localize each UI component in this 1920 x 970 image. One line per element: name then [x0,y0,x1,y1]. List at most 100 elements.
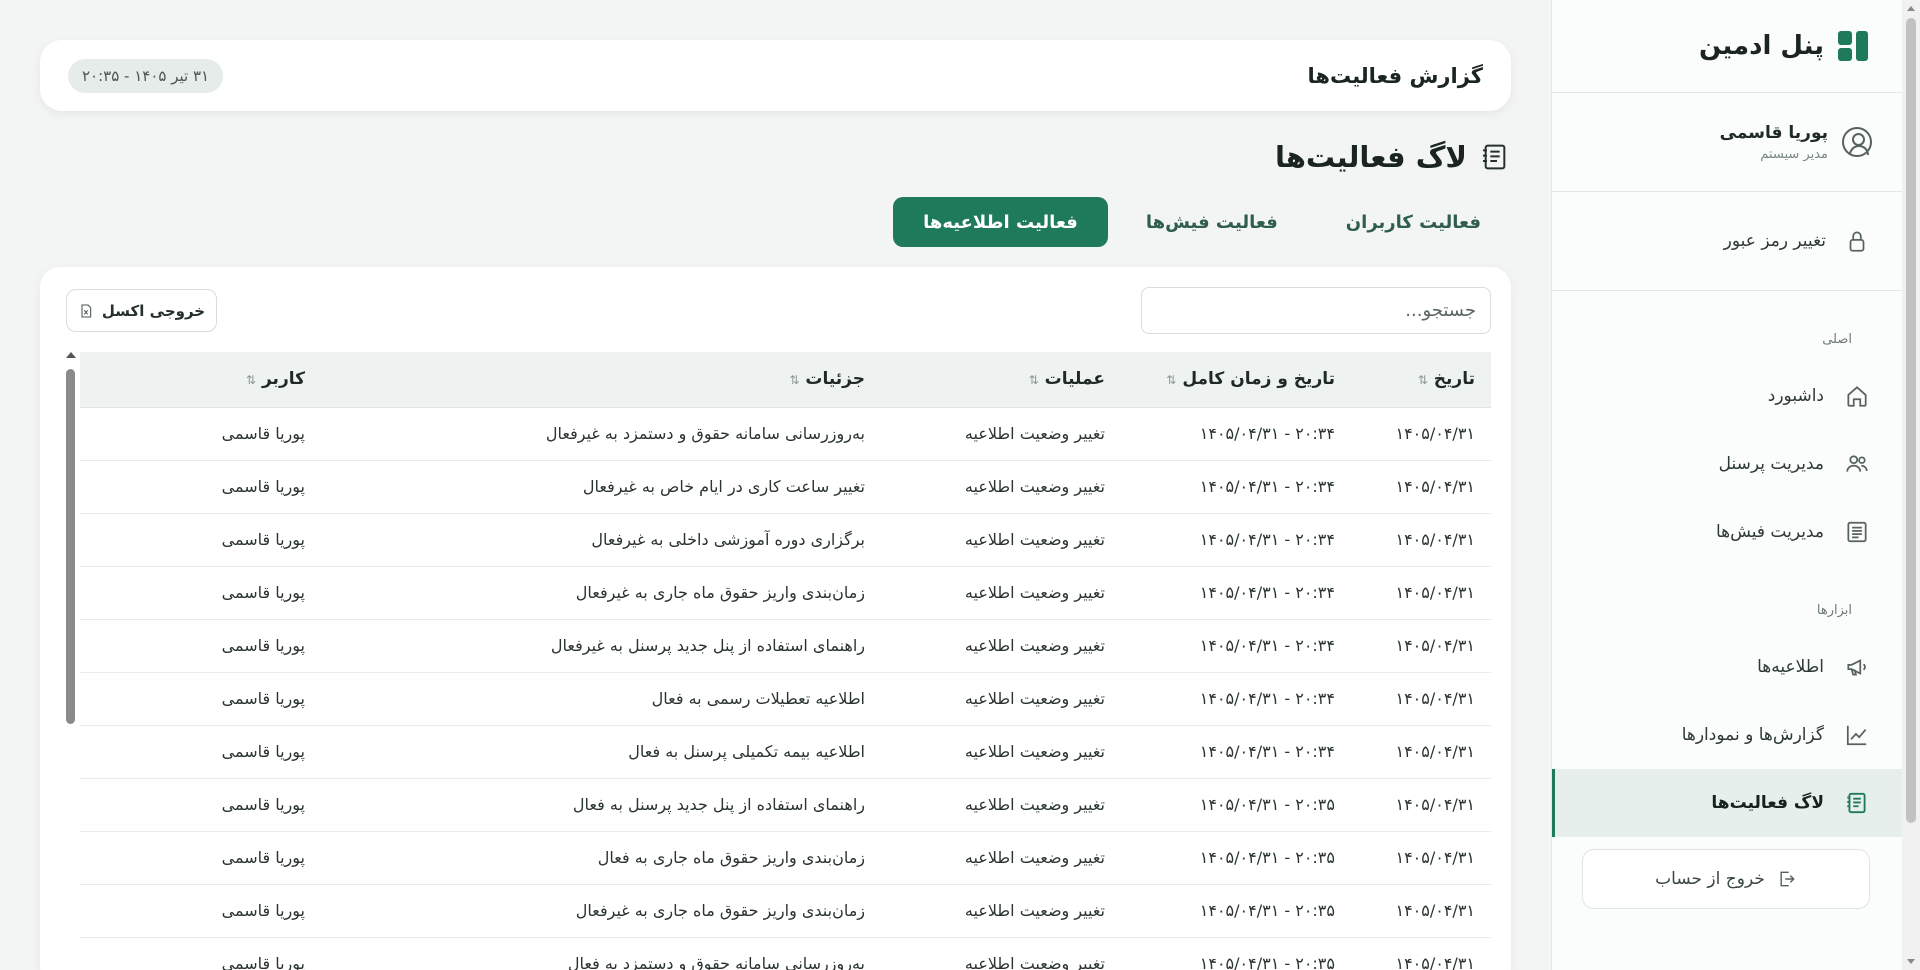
cell-details: اطلاعیه تعطیلات رسمی به فعال [321,672,881,726]
column-header-details[interactable]: جزئیات ⇅ [321,352,881,408]
sidebar-item-label: مدیریت فیش‌ها [1715,522,1824,542]
change-password-label: تغییر رمز عبور [1723,231,1826,251]
cell-user: پوریا قاسمی [80,937,321,970]
cell-user: پوریا قاسمی [80,884,321,938]
table-row[interactable]: ۱۴۰۵/۰۴/۳۱ ۱۴۰۵/۰۴/۳۱ - ۲۰:۳۴ تغییر وضعیت … [80,725,1491,779]
cell-full-datetime: ۱۴۰۵/۰۴/۳۱ - ۲۰:۳۵ [1121,778,1351,832]
cell-operation: تغییر وضعیت اطلاعیه [881,460,1121,514]
tab-announcement-activity[interactable]: فعالیت اطلاعیه‌ها [893,197,1108,247]
cell-date: ۱۴۰۵/۰۴/۳۱ [1351,778,1491,832]
column-label: کاربر [261,369,305,390]
user-profile: پوریا قاسمی مدیر سیستم [1552,93,1902,192]
cell-details: زمان‌بندی واریز حقوق ماه جاری به غیرفعال [321,566,881,620]
cell-full-datetime: ۱۴۰۵/۰۴/۳۱ - ۲۰:۳۵ [1121,831,1351,885]
table-scroll-up-icon[interactable] [66,352,76,358]
cell-user: پوریا قاسمی [80,513,321,567]
cell-operation: تغییر وضعیت اطلاعیه [881,672,1121,726]
cell-user: پوریا قاسمی [80,407,321,461]
table-row[interactable]: ۱۴۰۵/۰۴/۳۱ ۱۴۰۵/۰۴/۳۱ - ۲۰:۳۵ تغییر وضعیت … [80,778,1491,832]
sidebar-item-reports[interactable]: گزارش‌ها و نمودارها [1552,701,1902,769]
lock-icon [1844,228,1870,254]
sort-icon: ⇅ [1417,373,1428,388]
cell-details: به‌روزرسانی سامانه حقوق و دستمزد به فعال [321,937,881,970]
sort-icon: ⇅ [1166,373,1177,388]
cell-date: ۱۴۰۵/۰۴/۳۱ [1351,407,1491,461]
tab-user-activity[interactable]: فعالیت کاربران [1316,197,1511,247]
table-row[interactable]: ۱۴۰۵/۰۴/۳۱ ۱۴۰۵/۰۴/۳۱ - ۲۰:۳۴ تغییر وضعیت … [80,460,1491,514]
cell-operation: تغییر وضعیت اطلاعیه [881,566,1121,620]
scroll-down-arrow-icon[interactable] [1907,959,1915,964]
cell-user: پوریا قاسمی [80,672,321,726]
column-header-date[interactable]: تاریخ ⇅ [1351,352,1491,408]
cell-operation: تغییر وضعیت اطلاعیه [881,937,1121,970]
column-label: تاریخ و زمان کامل [1182,369,1335,390]
table-row[interactable]: ۱۴۰۵/۰۴/۳۱ ۱۴۰۵/۰۴/۳۱ - ۲۰:۳۵ تغییر وضعیت … [80,884,1491,938]
cell-operation: تغییر وضعیت اطلاعیه [881,884,1121,938]
table-scrollbar-thumb[interactable] [66,369,75,724]
logout-button[interactable]: خروج از حساب [1582,849,1870,909]
cell-full-datetime: ۱۴۰۵/۰۴/۳۱ - ۲۰:۳۴ [1121,672,1351,726]
cell-operation: تغییر وضعیت اطلاعیه [881,407,1121,461]
column-label: جزئیات [805,369,865,390]
cell-full-datetime: ۱۴۰۵/۰۴/۳۱ - ۲۰:۳۴ [1121,619,1351,673]
user-avatar-icon [1842,127,1872,157]
cell-user: پوریا قاسمی [80,831,321,885]
cell-details: زمان‌بندی واریز حقوق ماه جاری به فعال [321,831,881,885]
cell-details: برگزاری دوره آموزشی داخلی به غیرفعال [321,513,881,567]
table-row[interactable]: ۱۴۰۵/۰۴/۳۱ ۱۴۰۵/۰۴/۳۱ - ۲۰:۳۵ تغییر وضعیت … [80,831,1491,885]
cell-details: به‌روزرسانی سامانه حقوق و دستمزد به غیرف… [321,407,881,461]
change-password-button[interactable]: تغییر رمز عبور [1552,192,1902,291]
cell-user: پوریا قاسمی [80,460,321,514]
tab-payslip-activity[interactable]: فعالیت فیش‌ها [1116,197,1308,247]
section-title-tools: ابزارها [1816,603,1852,618]
cell-operation: تغییر وضعیت اطلاعیه [881,831,1121,885]
cell-user: پوریا قاسمی [80,566,321,620]
dashboard-logo-icon [1838,31,1868,61]
cell-date: ۱۴۰۵/۰۴/۳۱ [1351,672,1491,726]
cell-user: پوریا قاسمی [80,725,321,779]
logout-label: خروج از حساب [1655,869,1765,889]
table-scrollbar[interactable] [64,352,76,970]
sidebar-item-announcements[interactable]: اطلاعیه‌ها [1552,633,1902,701]
column-header-full-datetime[interactable]: تاریخ و زمان کامل ⇅ [1121,352,1351,408]
column-label: عملیات [1044,369,1105,390]
table-row[interactable]: ۱۴۰۵/۰۴/۳۱ ۱۴۰۵/۰۴/۳۱ - ۲۰:۳۴ تغییر وضعیت … [80,672,1491,726]
cell-full-datetime: ۱۴۰۵/۰۴/۳۱ - ۲۰:۳۴ [1121,566,1351,620]
table-row[interactable]: ۱۴۰۵/۰۴/۳۱ ۱۴۰۵/۰۴/۳۱ - ۲۰:۳۵ تغییر وضعیت … [80,937,1491,970]
table-row[interactable]: ۱۴۰۵/۰۴/۳۱ ۱۴۰۵/۰۴/۳۱ - ۲۰:۳۴ تغییر وضعیت … [80,619,1491,673]
column-header-operation[interactable]: عملیات ⇅ [881,352,1121,408]
sidebar-item-payslips[interactable]: مدیریت فیش‌ها [1552,498,1902,566]
log-table: تاریخ ⇅ تاریخ و زمان کامل ⇅ عملیات ⇅ جزئیات… [80,352,1491,970]
cell-full-datetime: ۱۴۰۵/۰۴/۳۱ - ۲۰:۳۴ [1121,407,1351,461]
user-role: مدیر سیستم [1760,146,1828,162]
section-title-main: اصلی [1822,332,1852,347]
window-scrollbar[interactable] [1902,0,1920,970]
sidebar-item-label: لاگ فعالیت‌ها [1711,793,1824,813]
export-excel-button[interactable]: خروجی اکسل [66,289,217,332]
top-header: گزارش فعالیت‌ها ۳۱ تیر ۱۴۰۵ - ۲۰:۳۵ [40,40,1511,111]
sidebar-item-personnel[interactable]: مدیریت پرسنل [1552,430,1902,498]
activity-tabs: فعالیت کاربران فعالیت فیش‌ها فعالیت اطلا… [893,197,1511,247]
cell-full-datetime: ۱۴۰۵/۰۴/۳۱ - ۲۰:۳۵ [1121,884,1351,938]
table-row[interactable]: ۱۴۰۵/۰۴/۳۱ ۱۴۰۵/۰۴/۳۱ - ۲۰:۳۴ تغییر وضعیت … [80,407,1491,461]
users-icon [1844,451,1870,477]
cell-full-datetime: ۱۴۰۵/۰۴/۳۱ - ۲۰:۳۴ [1121,513,1351,567]
sidebar-item-activity-log[interactable]: لاگ فعالیت‌ها [1552,769,1902,837]
table-row[interactable]: ۱۴۰۵/۰۴/۳۱ ۱۴۰۵/۰۴/۳۱ - ۲۰:۳۴ تغییر وضعیت … [80,513,1491,567]
sidebar-item-dashboard[interactable]: داشبورد [1552,362,1902,430]
section-heading-text: لاگ فعالیت‌ها [1274,140,1467,174]
line-chart-icon [1844,722,1870,748]
search-input[interactable] [1141,287,1491,334]
home-icon [1844,383,1870,409]
logout-icon [1777,869,1797,889]
cell-details: تغییر ساعت کاری در ایام خاص به غیرفعال [321,460,881,514]
cell-date: ۱۴۰۵/۰۴/۳۱ [1351,513,1491,567]
window-scrollbar-thumb[interactable] [1906,18,1916,823]
scroll-up-arrow-icon[interactable] [1907,6,1915,11]
cell-date: ۱۴۰۵/۰۴/۳۱ [1351,619,1491,673]
table-row[interactable]: ۱۴۰۵/۰۴/۳۱ ۱۴۰۵/۰۴/۳۱ - ۲۰:۳۴ تغییر وضعیت … [80,566,1491,620]
document-list-icon [1844,519,1870,545]
cell-date: ۱۴۰۵/۰۴/۳۱ [1351,831,1491,885]
column-header-user[interactable]: کاربر ⇅ [80,352,321,408]
activity-log-icon [1479,141,1511,173]
